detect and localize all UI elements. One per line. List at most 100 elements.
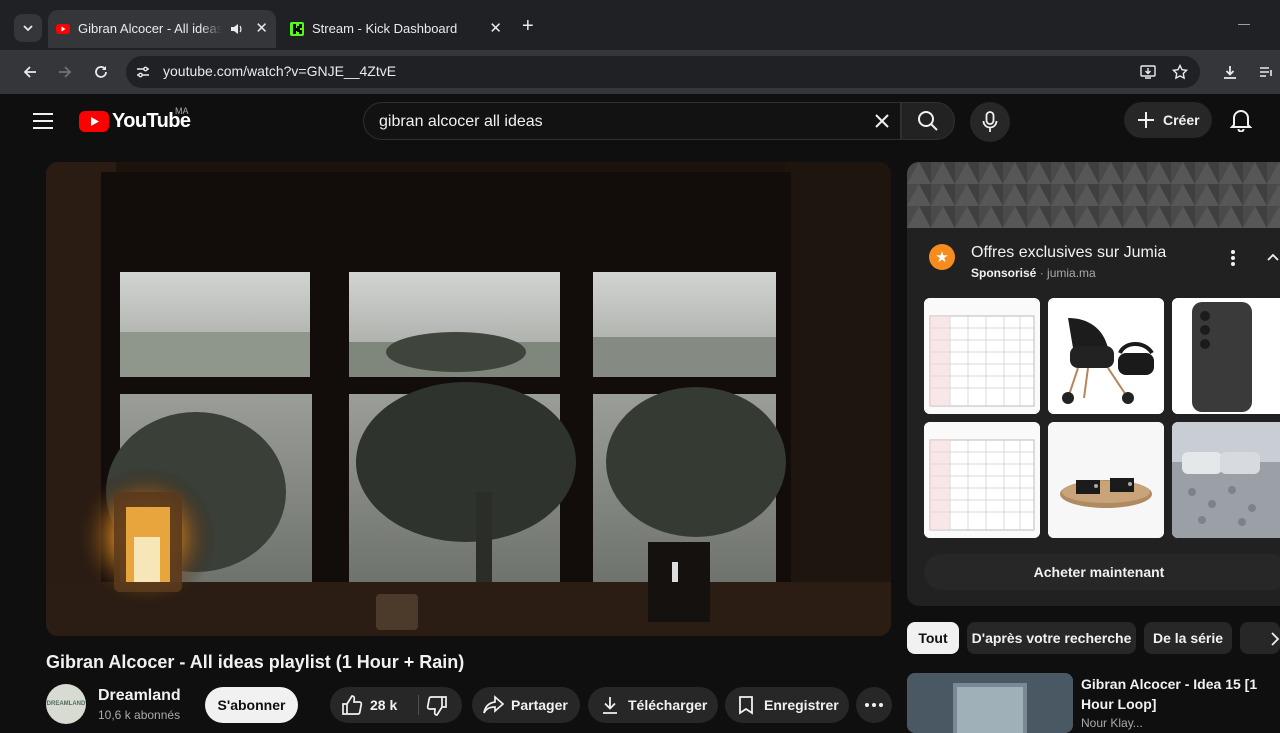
reload-icon — [95, 66, 107, 78]
arrow-left-icon — [23, 66, 36, 78]
voice-search-button[interactable] — [970, 102, 1010, 142]
share-label: Partager — [511, 697, 568, 713]
ad-sponsor-line: Sponsorisé · jumia.ma — [971, 266, 1096, 280]
search-button[interactable] — [901, 102, 955, 140]
ad-product-image-size-chart-2[interactable] — [924, 422, 1040, 538]
browser-toolbar: youtube.com/watch?v=GNJE__4ZtvE — [0, 50, 1280, 94]
create-label: Créer — [1163, 112, 1200, 128]
tab-kick-dashboard[interactable]: Stream - Kick Dashboard ✕ — [282, 10, 510, 48]
video-frame — [46, 162, 891, 636]
recommended-video-thumbnail[interactable] — [907, 673, 1073, 733]
chevron-down-icon — [23, 25, 33, 32]
create-button[interactable]: Créer — [1124, 102, 1212, 138]
ad-product-image-size-chart[interactable] — [924, 298, 1040, 414]
channel-name[interactable]: Dreamland — [98, 687, 181, 705]
chevron-up-icon[interactable] — [1267, 253, 1279, 261]
like-dislike-group: 28 k — [330, 687, 462, 723]
more-vertical-icon[interactable] — [1231, 250, 1235, 266]
chip-from-series[interactable]: De la série — [1144, 622, 1232, 654]
like-count: 28 k — [370, 697, 398, 713]
ad-title[interactable]: Offres exclusives sur Jumia — [971, 244, 1166, 262]
arrow-right-icon — [59, 66, 72, 78]
bedding-image — [1172, 422, 1280, 538]
shop-now-button[interactable]: Acheter maintenant — [924, 554, 1280, 590]
address-bar[interactable]: youtube.com/watch?v=GNJE__4ZtvE — [126, 56, 1200, 88]
sponsored-ad-panel: ★ Offres exclusives sur Jumia Sponsorisé… — [907, 162, 1280, 606]
ad-product-image-sandals[interactable] — [1048, 422, 1164, 538]
ad-domain: jumia.ma — [1047, 266, 1096, 280]
country-code: MA — [175, 106, 189, 116]
bookmark-star-icon[interactable] — [1172, 64, 1188, 80]
size-chart-image — [924, 422, 1040, 538]
chip-from-your-search[interactable]: D'après votre recherche — [967, 622, 1136, 654]
url-text: youtube.com/watch?v=GNJE__4ZtvE — [163, 63, 397, 79]
ad-product-image-bedding[interactable] — [1172, 422, 1280, 538]
bookmark-icon — [739, 696, 753, 715]
clear-search-icon[interactable] — [872, 111, 892, 131]
tab-search-button[interactable] — [14, 14, 42, 42]
thumbs-down-icon — [426, 696, 447, 716]
share-icon — [483, 695, 504, 714]
dislike-button[interactable] — [420, 687, 462, 723]
tab-title: Stream - Kick Dashboard — [312, 21, 458, 36]
like-button[interactable]: 28 k — [330, 687, 416, 723]
sandals-image — [1048, 422, 1164, 538]
jumia-logo-star-icon[interactable]: ★ — [929, 244, 955, 270]
youtube-play-logo-icon — [79, 111, 109, 132]
recommended-video-channel: Nour Klay... — [1081, 716, 1143, 730]
sponsored-label: Sponsorisé — [971, 266, 1037, 280]
media-controls-button[interactable] — [1254, 60, 1278, 84]
divider — [418, 695, 419, 715]
browser-tab-bar: Gibran Alcocer - All ideas playlist (1 H… — [0, 0, 1280, 50]
chevron-right-icon[interactable] — [1270, 632, 1280, 646]
save-button[interactable]: Enregistrer — [725, 687, 849, 723]
plus-icon — [1138, 112, 1154, 128]
stroller-image — [1048, 298, 1164, 414]
share-button[interactable]: Partager — [472, 687, 580, 723]
youtube-favicon-icon — [56, 24, 70, 34]
thumbnail-image — [907, 673, 1073, 733]
youtube-logo[interactable]: YouTube MA — [79, 106, 191, 133]
install-app-icon[interactable] — [1140, 64, 1156, 80]
chip-all[interactable]: Tout — [907, 622, 959, 654]
ad-product-image-stroller[interactable] — [1048, 298, 1164, 414]
download-button[interactable]: Télécharger — [588, 687, 718, 723]
downloads-button[interactable] — [1218, 60, 1242, 84]
ad-banner-pattern — [907, 162, 1280, 228]
download-label: Télécharger — [628, 697, 708, 713]
tab-title: Gibran Alcocer - All ideas playlist (1 H… — [78, 21, 222, 36]
close-tab-icon[interactable]: ✕ — [255, 20, 268, 38]
close-tab-icon[interactable]: ✕ — [489, 20, 502, 38]
phone-image — [1172, 298, 1280, 414]
minimize-window-icon[interactable] — [1238, 24, 1250, 25]
new-tab-icon[interactable]: + — [522, 16, 534, 36]
back-button[interactable] — [18, 60, 42, 84]
playlist-icon — [1260, 67, 1272, 77]
tab-youtube[interactable]: Gibran Alcocer - All ideas playlist (1 H… — [48, 10, 276, 48]
search-input[interactable]: gibran alcocer all ideas — [363, 102, 901, 140]
avatar-text: DREAMLAND — [46, 701, 86, 707]
download-icon — [1224, 66, 1236, 79]
search-query: gibran alcocer all ideas — [379, 113, 543, 130]
reload-button[interactable] — [89, 60, 113, 84]
ad-product-image-phone[interactable] — [1172, 298, 1280, 414]
site-info-icon[interactable] — [136, 65, 150, 79]
search-icon — [918, 111, 938, 131]
recommended-video-title[interactable]: Gibran Alcocer - Idea 15 [1 Hour Loop] — [1081, 674, 1280, 714]
audio-playing-icon[interactable] — [230, 21, 244, 37]
video-title: Gibran Alcocer - All ideas playlist (1 H… — [46, 652, 465, 672]
notifications-bell-icon[interactable] — [1230, 108, 1252, 132]
video-player[interactable] — [46, 162, 891, 636]
kick-favicon-icon — [290, 22, 304, 36]
microphone-icon — [982, 111, 998, 132]
save-label: Enregistrer — [764, 697, 839, 713]
guide-menu-icon[interactable] — [33, 113, 53, 134]
thumbs-up-icon — [342, 695, 363, 715]
channel-avatar[interactable]: DREAMLAND — [46, 684, 86, 724]
size-chart-image — [924, 298, 1040, 414]
more-horizontal-icon — [865, 703, 883, 707]
forward-button[interactable] — [53, 60, 77, 84]
more-actions-button[interactable] — [856, 687, 892, 723]
download-icon — [603, 697, 617, 714]
subscribe-button[interactable]: S'abonner — [205, 687, 298, 723]
